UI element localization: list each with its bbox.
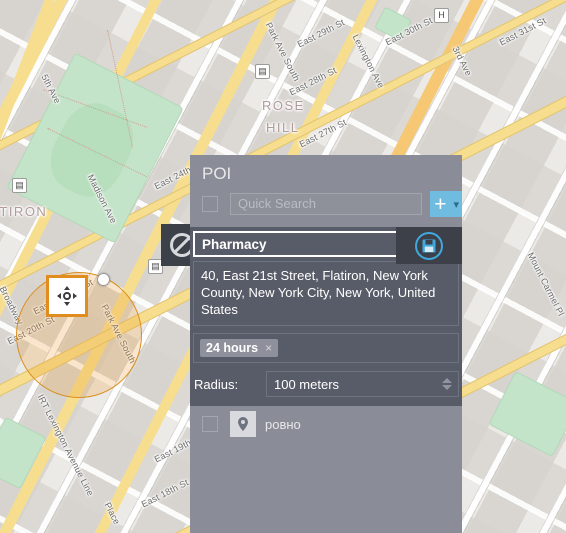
poi-list: ровно xyxy=(190,406,462,529)
poi-radius-row: Radius: 100 meters xyxy=(190,363,462,406)
spinner-down-icon[interactable] xyxy=(442,385,452,391)
list-item-checkbox[interactable] xyxy=(202,416,218,433)
subway-station-icon-2[interactable]: ▤ xyxy=(255,64,270,79)
plus-icon: + xyxy=(434,192,447,216)
subway-station-icon-1[interactable]: ▤ xyxy=(12,178,27,193)
poi-form: 40, East 21st Street, Flatiron, New York… xyxy=(190,227,462,407)
floppy-disk-glyph xyxy=(422,239,436,252)
poi-marker-glyph xyxy=(238,417,248,432)
list-item-label: ровно xyxy=(265,416,301,432)
screen: ▤ ▤ ▤ H 5th Ave Madison Ave Broadway Park A… xyxy=(0,0,566,533)
poi-tags-field[interactable]: 24 hours × xyxy=(193,333,459,364)
radius-label: Radius: xyxy=(194,376,239,392)
tag-remove-icon[interactable]: × xyxy=(265,341,272,355)
hospital-icon[interactable]: H xyxy=(434,8,449,23)
map-label: HILL xyxy=(266,120,300,135)
list-item[interactable]: ровно xyxy=(190,408,462,440)
tag-label: 24 hours xyxy=(206,341,259,356)
poi-address-field[interactable]: 40, East 21st Street, Flatiron, New York… xyxy=(193,261,459,327)
spinner-up-icon[interactable] xyxy=(442,378,452,384)
save-poi-button[interactable] xyxy=(396,227,462,264)
poi-marker-icon xyxy=(230,411,256,438)
poi-radius-resize-handle[interactable] xyxy=(97,273,110,286)
add-poi-dropdown-button[interactable]: ▾ xyxy=(450,191,462,217)
save-floppy-icon xyxy=(415,231,443,260)
tag-chip[interactable]: 24 hours × xyxy=(200,339,279,358)
poi-move-handle[interactable] xyxy=(46,275,88,317)
add-poi-button[interactable]: + xyxy=(430,191,451,217)
radius-stepper[interactable]: 100 meters xyxy=(266,371,459,398)
panel-title: POI xyxy=(202,164,232,183)
chevron-down-icon: ▾ xyxy=(453,198,460,211)
move-crosshair-icon xyxy=(57,286,77,306)
quick-search-row: + ▾ xyxy=(190,191,462,227)
quick-search-input[interactable] xyxy=(230,193,422,215)
select-all-checkbox[interactable] xyxy=(202,196,218,212)
map-label: ROSE xyxy=(262,98,305,113)
radius-spinner[interactable] xyxy=(442,378,452,391)
map-label: FLATIRON xyxy=(0,204,48,219)
poi-panel: POI + ▾ xyxy=(190,155,462,529)
radius-value: 100 meters xyxy=(274,376,340,392)
